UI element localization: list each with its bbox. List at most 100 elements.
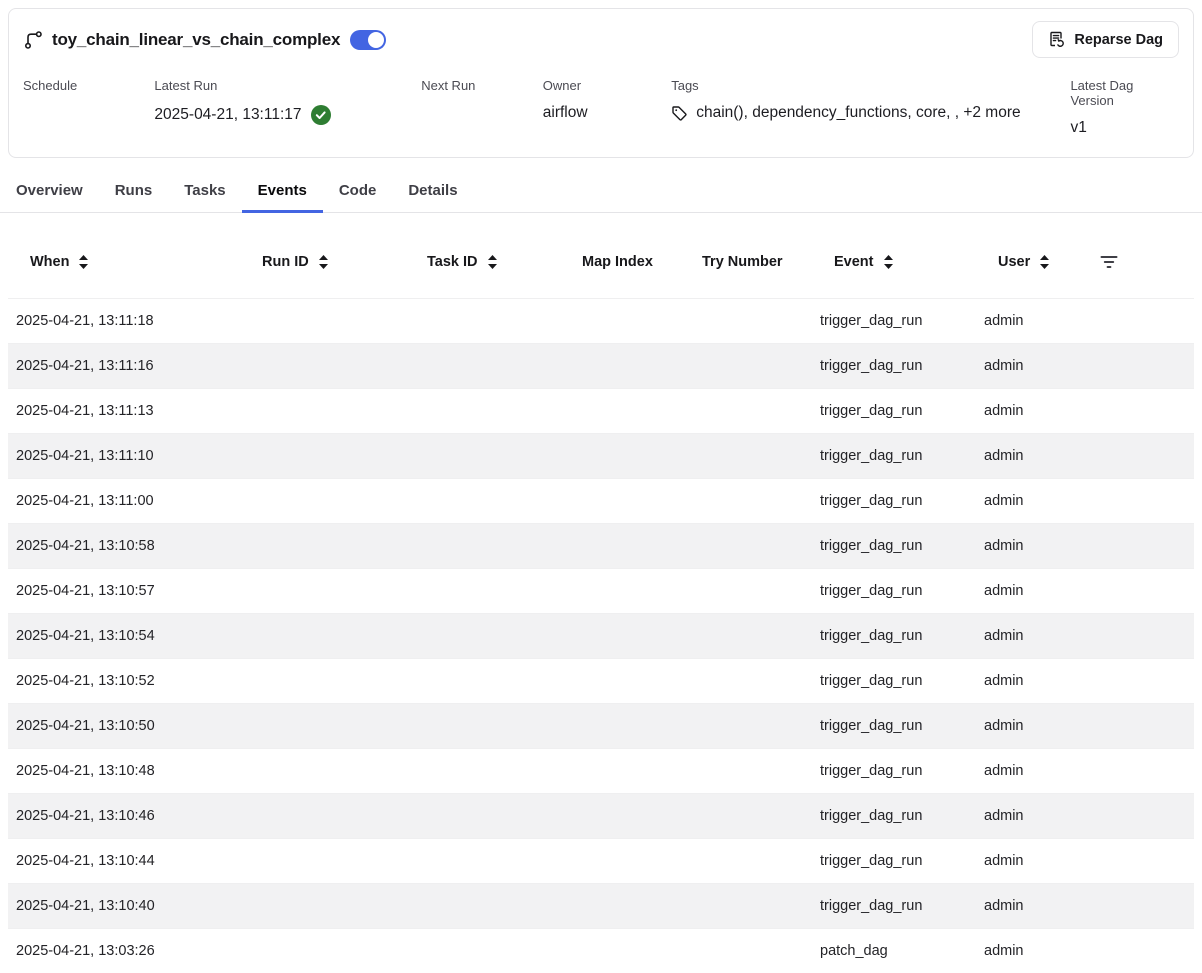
- table-row: 2025-04-21, 13:10:54 trigger_dag_run adm…: [8, 613, 1194, 658]
- tag-icon: [671, 105, 688, 122]
- cell-event: trigger_dag_run: [812, 493, 976, 509]
- table-row: 2025-04-21, 13:10:46 trigger_dag_run adm…: [8, 793, 1194, 838]
- sort-icon: [1040, 255, 1049, 269]
- tab-code[interactable]: Code: [323, 172, 393, 213]
- cell-when: 2025-04-21, 13:10:46: [8, 808, 240, 824]
- cell-event: trigger_dag_run: [812, 898, 976, 914]
- cell-user: admin: [976, 403, 1090, 419]
- column-header-user[interactable]: User: [976, 239, 1090, 285]
- cell-user: admin: [976, 763, 1090, 779]
- sort-icon: [488, 255, 497, 269]
- tab-events[interactable]: Events: [242, 172, 323, 213]
- tab-runs[interactable]: Runs: [99, 172, 169, 213]
- toggle-knob: [368, 32, 384, 48]
- table-row: 2025-04-21, 13:11:10 trigger_dag_run adm…: [8, 433, 1194, 478]
- table-row: 2025-04-21, 13:11:13 trigger_dag_run adm…: [8, 388, 1194, 433]
- cell-when: 2025-04-21, 13:10:48: [8, 763, 240, 779]
- table-row: 2025-04-21, 13:10:40 trigger_dag_run adm…: [8, 883, 1194, 928]
- cell-event: trigger_dag_run: [812, 763, 976, 779]
- dag-title-row: toy_chain_linear_vs_chain_complex Repars…: [23, 21, 1179, 58]
- cell-user: admin: [976, 358, 1090, 374]
- table-row: 2025-04-21, 13:11:00 trigger_dag_run adm…: [8, 478, 1194, 523]
- sort-icon: [319, 255, 328, 269]
- column-header-map-index: Map Index: [560, 239, 680, 285]
- cell-when: 2025-04-21, 13:11:16: [8, 358, 240, 374]
- dag-header-card: toy_chain_linear_vs_chain_complex Repars…: [8, 8, 1194, 158]
- cell-event: trigger_dag_run: [812, 718, 976, 734]
- cell-event: trigger_dag_run: [812, 673, 976, 689]
- latest-dag-version-label: Latest Dag Version: [1070, 78, 1179, 108]
- cell-user: admin: [976, 313, 1090, 329]
- cell-when: 2025-04-21, 13:10:57: [8, 583, 240, 599]
- info-tags: Tags chain(), dependency_functions, core…: [671, 78, 1070, 122]
- dag-pause-toggle[interactable]: [350, 30, 386, 50]
- cell-when: 2025-04-21, 13:11:10: [8, 448, 240, 464]
- tab-details[interactable]: Details: [392, 172, 473, 213]
- cell-event: trigger_dag_run: [812, 538, 976, 554]
- cell-when: 2025-04-21, 13:11:13: [8, 403, 240, 419]
- info-owner: Owner airflow: [543, 78, 671, 122]
- tab-tasks[interactable]: Tasks: [168, 172, 241, 213]
- column-label: Map Index: [582, 254, 653, 270]
- table-row: 2025-04-21, 13:10:48 trigger_dag_run adm…: [8, 748, 1194, 793]
- column-header-event[interactable]: Event: [812, 239, 976, 285]
- tags-label: Tags: [671, 78, 1070, 93]
- cell-user: admin: [976, 583, 1090, 599]
- cell-event: trigger_dag_run: [812, 358, 976, 374]
- cell-when: 2025-04-21, 13:10:44: [8, 853, 240, 869]
- sort-icon: [79, 255, 88, 269]
- cell-event: trigger_dag_run: [812, 628, 976, 644]
- dag-tabs: Overview Runs Tasks Events Code Details: [0, 172, 1202, 213]
- column-header-try-number: Try Number: [680, 239, 812, 285]
- column-label: Event: [834, 254, 874, 270]
- info-next-run: Next Run: [421, 78, 543, 104]
- success-check-icon[interactable]: [310, 104, 332, 126]
- table-row: 2025-04-21, 13:03:26 patch_dag admin: [8, 928, 1194, 973]
- cell-user: admin: [976, 448, 1090, 464]
- cell-when: 2025-04-21, 13:11:18: [8, 313, 240, 329]
- cell-when: 2025-04-21, 13:10:54: [8, 628, 240, 644]
- column-header-task-id[interactable]: Task ID: [405, 239, 560, 285]
- reparse-dag-button[interactable]: Reparse Dag: [1032, 21, 1179, 58]
- cell-user: admin: [976, 808, 1090, 824]
- column-header-when[interactable]: When: [8, 239, 240, 285]
- table-row: 2025-04-21, 13:11:18 trigger_dag_run adm…: [8, 298, 1194, 343]
- filter-button[interactable]: [1090, 239, 1194, 285]
- cell-when: 2025-04-21, 13:10:58: [8, 538, 240, 554]
- latest-run-label: Latest Run: [154, 78, 421, 93]
- sort-icon: [884, 255, 893, 269]
- cell-when: 2025-04-21, 13:11:00: [8, 493, 240, 509]
- column-header-run-id[interactable]: Run ID: [240, 239, 405, 285]
- tab-overview[interactable]: Overview: [0, 172, 99, 213]
- column-label: User: [998, 254, 1030, 270]
- cell-user: admin: [976, 628, 1090, 644]
- table-row: 2025-04-21, 13:10:57 trigger_dag_run adm…: [8, 568, 1194, 613]
- cell-user: admin: [976, 853, 1090, 869]
- table-row: 2025-04-21, 13:10:58 trigger_dag_run adm…: [8, 523, 1194, 568]
- cell-user: admin: [976, 898, 1090, 914]
- table-row: 2025-04-21, 13:10:50 trigger_dag_run adm…: [8, 703, 1194, 748]
- owner-value: airflow: [543, 104, 671, 122]
- next-run-label: Next Run: [421, 78, 543, 93]
- table-row: 2025-04-21, 13:11:16 trigger_dag_run adm…: [8, 343, 1194, 388]
- info-schedule: Schedule: [23, 78, 154, 104]
- cell-event: trigger_dag_run: [812, 808, 976, 824]
- events-table-body: 2025-04-21, 13:11:18 trigger_dag_run adm…: [8, 298, 1194, 973]
- latest-dag-version-value: v1: [1070, 119, 1179, 137]
- latest-run-value[interactable]: 2025-04-21, 13:11:17: [154, 106, 301, 124]
- cell-when: 2025-04-21, 13:10:40: [8, 898, 240, 914]
- filter-icon: [1100, 255, 1118, 269]
- cell-event: patch_dag: [812, 943, 976, 959]
- cell-user: admin: [976, 493, 1090, 509]
- info-latest-run: Latest Run 2025-04-21, 13:11:17: [154, 78, 421, 126]
- schedule-label: Schedule: [23, 78, 154, 93]
- cell-when: 2025-04-21, 13:10:52: [8, 673, 240, 689]
- owner-label: Owner: [543, 78, 671, 93]
- tags-value[interactable]: chain(), dependency_functions, core, , +…: [696, 104, 1020, 122]
- dag-info-row: Schedule Latest Run 2025-04-21, 13:11:17…: [23, 78, 1179, 137]
- column-label: When: [30, 254, 69, 270]
- info-latest-dag-version: Latest Dag Version v1: [1070, 78, 1179, 137]
- column-label: Try Number: [702, 254, 783, 270]
- dag-title: toy_chain_linear_vs_chain_complex: [52, 30, 340, 50]
- column-label: Task ID: [427, 254, 478, 270]
